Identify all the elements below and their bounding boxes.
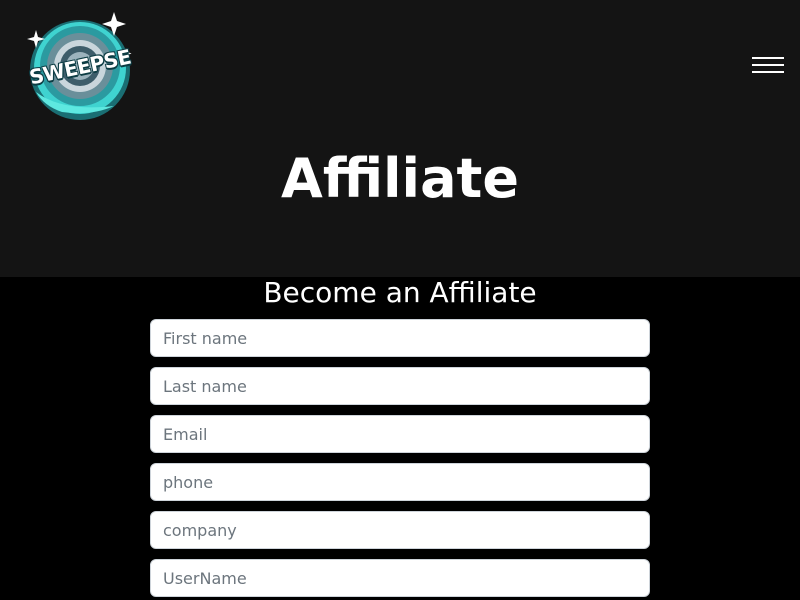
menu-bar	[752, 71, 784, 73]
sweepse-logo[interactable]: SWEEPSE	[22, 8, 138, 124]
first-name-input[interactable]	[150, 319, 650, 357]
company-input[interactable]	[150, 511, 650, 549]
menu-bar	[752, 57, 784, 59]
form-heading: Become an Affiliate	[263, 276, 537, 309]
email-input[interactable]	[150, 415, 650, 453]
phone-input[interactable]	[150, 463, 650, 501]
last-name-input[interactable]	[150, 367, 650, 405]
hamburger-menu-icon[interactable]	[750, 55, 786, 77]
affiliate-form-section: Become an Affiliate	[0, 277, 800, 600]
menu-bar	[752, 64, 784, 66]
username-input[interactable]	[150, 559, 650, 597]
hero-header: SWEEPSE Affiliate	[0, 0, 800, 277]
page-title: Affiliate	[281, 147, 519, 210]
